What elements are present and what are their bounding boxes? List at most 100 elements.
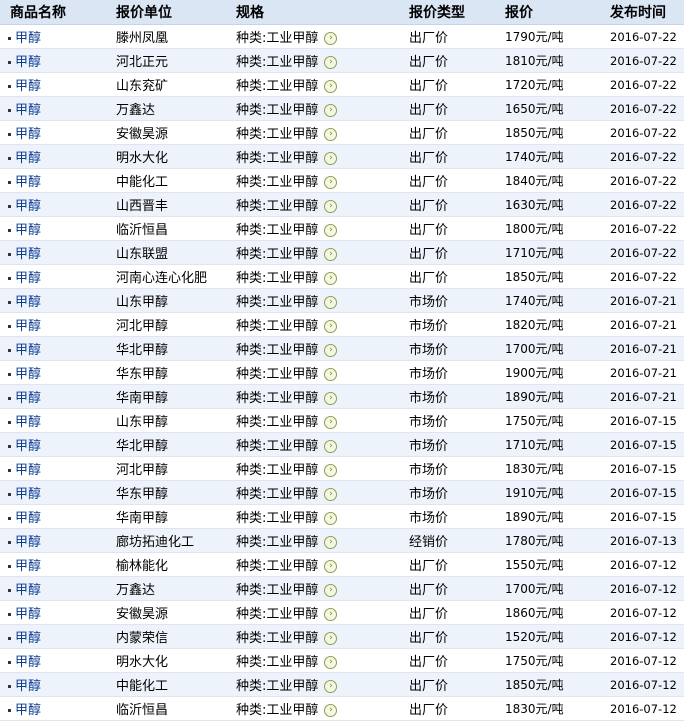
product-link[interactable]: 甲醇 [15,415,41,430]
product-link[interactable]: 甲醇 [15,247,41,262]
bullet-icon [8,421,11,424]
product-link[interactable]: 甲醇 [15,583,41,598]
product-link[interactable]: 甲醇 [15,175,41,190]
spec-cell: 种类:工业甲醇 › [236,456,409,481]
arrow-right-circle-icon[interactable]: › [324,440,338,453]
arrow-right-circle-icon[interactable]: › [324,608,338,621]
arrow-right-circle-icon[interactable]: › [324,416,338,429]
product-link[interactable]: 甲醇 [15,103,41,118]
arrow-right-circle-icon[interactable]: › [324,536,338,549]
product-link[interactable]: 甲醇 [15,55,41,70]
product-link[interactable]: 甲醇 [15,511,41,526]
product-link[interactable]: 甲醇 [15,679,41,694]
arrow-right-circle-icon[interactable]: › [324,464,338,477]
product-link[interactable]: 甲醇 [15,367,41,382]
spec-cell: 种类:工业甲醇 › [236,120,409,145]
arrow-right-circle-icon[interactable]: › [324,152,338,165]
quote-unit-cell: 明水大化 [116,144,236,169]
arrow-right-circle-icon[interactable]: › [324,272,338,285]
spec-cell: 种类:工业甲醇 › [236,648,409,673]
publish-date-cell: 2016-07-22 [610,24,684,49]
table-row: 甲醇 山东联盟 种类:工业甲醇 › 出厂价 1710元/吨 2016-07-22 [0,240,684,265]
price-cell: 1830元/吨 [505,696,610,721]
arrow-right-circle-icon[interactable]: › [324,56,338,69]
spec-cell: 种类:工业甲醇 › [236,552,409,577]
table-row: 甲醇 安徽昊源 种类:工业甲醇 › 出厂价 1850元/吨 2016-07-22 [0,120,684,145]
product-name-cell: 甲醇 [0,576,116,601]
product-link[interactable]: 甲醇 [15,79,41,94]
arrow-right-circle-icon[interactable]: › [324,344,338,357]
arrow-right-circle-icon[interactable]: › [324,512,338,525]
product-link[interactable]: 甲醇 [15,631,41,646]
product-link[interactable]: 甲醇 [15,703,41,718]
arrow-right-circle-icon[interactable]: › [324,248,338,261]
header-publish-date: 发布时间 [610,0,684,25]
spec-text: 种类:工业甲醇 [236,655,319,670]
quote-type-cell: 出厂价 [409,600,505,625]
product-link[interactable]: 甲醇 [15,487,41,502]
quote-type-cell: 出厂价 [409,552,505,577]
arrow-right-circle-icon[interactable]: › [324,224,338,237]
arrow-right-circle-icon[interactable]: › [324,368,338,381]
price-cell: 1790元/吨 [505,24,610,49]
product-link[interactable]: 甲醇 [15,319,41,334]
price-cell: 1740元/吨 [505,144,610,169]
product-link[interactable]: 甲醇 [15,151,41,166]
arrow-right-circle-icon[interactable]: › [324,632,338,645]
publish-date-cell: 2016-07-12 [610,600,684,625]
product-link[interactable]: 甲醇 [15,391,41,406]
product-link[interactable]: 甲醇 [15,295,41,310]
quote-type-cell: 出厂价 [409,672,505,697]
product-link[interactable]: 甲醇 [15,607,41,622]
arrow-right-circle-icon[interactable]: › [324,488,338,501]
arrow-right-circle-icon[interactable]: › [324,704,338,717]
arrow-right-circle-icon[interactable]: › [324,200,338,213]
arrow-right-circle-icon[interactable]: › [324,104,338,117]
product-link[interactable]: 甲醇 [15,223,41,238]
arrow-right-circle-icon[interactable]: › [324,584,338,597]
product-name-cell: 甲醇 [0,648,116,673]
table-header: 商品名称 报价单位 规格 报价类型 报价 发布时间 [0,0,684,25]
product-link[interactable]: 甲醇 [15,31,41,46]
publish-date-cell: 2016-07-15 [610,456,684,481]
spec-cell: 种类:工业甲醇 › [236,216,409,241]
arrow-right-circle-icon[interactable]: › [324,128,338,141]
product-link[interactable]: 甲醇 [15,559,41,574]
publish-date-cell: 2016-07-15 [610,504,684,529]
spec-cell: 种类:工业甲醇 › [236,384,409,409]
arrow-right-circle-icon[interactable]: › [324,320,338,333]
product-name-cell: 甲醇 [0,552,116,577]
product-name-cell: 甲醇 [0,288,116,313]
product-link[interactable]: 甲醇 [15,535,41,550]
product-name-cell: 甲醇 [0,432,116,457]
product-name-cell: 甲醇 [0,120,116,145]
publish-date-cell: 2016-07-22 [610,192,684,217]
header-price: 报价 [505,0,610,25]
quote-type-cell: 出厂价 [409,576,505,601]
arrow-right-circle-icon[interactable]: › [324,680,338,693]
table-row: 甲醇 山西晋丰 种类:工业甲醇 › 出厂价 1630元/吨 2016-07-22 [0,192,684,217]
arrow-right-circle-icon[interactable]: › [324,32,338,45]
arrow-right-circle-icon[interactable]: › [324,392,338,405]
product-link[interactable]: 甲醇 [15,343,41,358]
arrow-right-circle-icon[interactable]: › [324,656,338,669]
arrow-right-circle-icon[interactable]: › [324,296,338,309]
bullet-icon [8,637,11,640]
arrow-right-circle-icon[interactable]: › [324,560,338,573]
product-link[interactable]: 甲醇 [15,271,41,286]
arrow-right-circle-icon[interactable]: › [324,176,338,189]
quote-type-cell: 出厂价 [409,96,505,121]
product-link[interactable]: 甲醇 [15,199,41,214]
table-row: 甲醇 明水大化 种类:工业甲醇 › 出厂价 1740元/吨 2016-07-22 [0,144,684,169]
table-row: 甲醇 华东甲醇 种类:工业甲醇 › 市场价 1910元/吨 2016-07-15 [0,480,684,505]
product-link[interactable]: 甲醇 [15,439,41,454]
product-link[interactable]: 甲醇 [15,463,41,478]
quote-type-cell: 出厂价 [409,72,505,97]
product-link[interactable]: 甲醇 [15,655,41,670]
spec-text: 种类:工业甲醇 [236,511,319,526]
spec-cell: 种类:工业甲醇 › [236,96,409,121]
quote-type-cell: 出厂价 [409,24,505,49]
spec-text: 种类:工业甲醇 [236,583,319,598]
product-link[interactable]: 甲醇 [15,127,41,142]
arrow-right-circle-icon[interactable]: › [324,80,338,93]
